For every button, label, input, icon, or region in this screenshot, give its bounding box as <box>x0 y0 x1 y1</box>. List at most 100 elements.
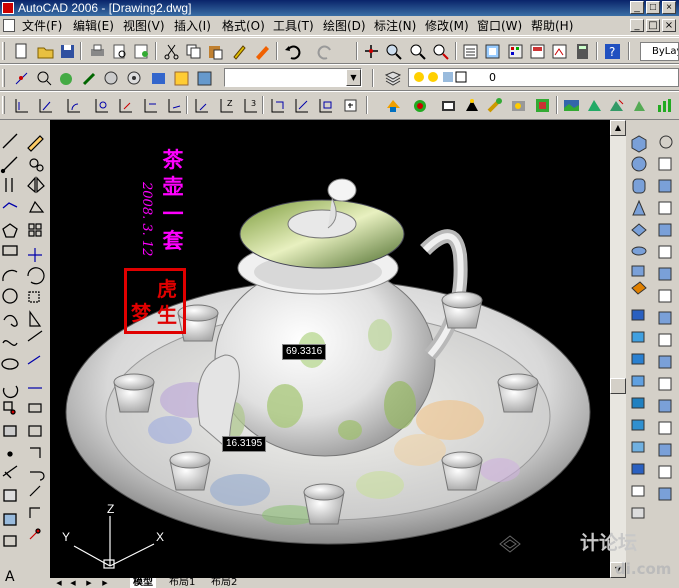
center-mark-icon[interactable] <box>341 96 360 115</box>
new-file-icon[interactable] <box>12 42 31 61</box>
quick-leader-icon[interactable] <box>292 96 311 115</box>
menu-file[interactable]: 文件(F) <box>22 18 62 34</box>
continue-dimension-icon[interactable] <box>268 96 287 115</box>
menu-help[interactable]: 帮助(H) <box>531 18 573 34</box>
chevron-down-icon[interactable]: ▼ <box>346 69 361 86</box>
zoom-previous-icon[interactable] <box>431 42 450 61</box>
lights-icon[interactable] <box>80 69 99 88</box>
jogged-dimension-icon[interactable] <box>141 96 160 115</box>
diameter-dimension-icon[interactable] <box>165 96 184 115</box>
angular-dimension-icon[interactable] <box>192 96 211 115</box>
menu-window[interactable]: 窗口(W) <box>477 18 522 34</box>
linear-dimension-icon[interactable] <box>12 96 31 115</box>
help-icon[interactable]: ? <box>603 42 622 61</box>
fog-icon[interactable] <box>195 69 214 88</box>
landscape-library-icon[interactable] <box>630 96 649 115</box>
scroll-thumb[interactable] <box>610 378 626 394</box>
tab-layout2[interactable]: 布局2 <box>208 578 240 588</box>
workspace-combo[interactable]: ▼ <box>224 68 362 87</box>
current-layer-name: 0 <box>489 71 496 84</box>
design-center-icon[interactable] <box>483 42 502 61</box>
document-icon[interactable] <box>3 19 15 32</box>
doc-minimize-button[interactable]: _ <box>630 19 644 32</box>
landscape-new-icon[interactable] <box>585 96 604 115</box>
lights-render-icon[interactable] <box>462 96 481 115</box>
quick-dimension-icon[interactable]: Z <box>217 96 236 115</box>
arc-length-icon[interactable] <box>64 96 83 115</box>
menu-format[interactable]: 格式(O) <box>222 18 265 34</box>
tab-model[interactable]: 模型 <box>130 578 156 588</box>
baseline-dimension-icon[interactable]: 3 <box>241 96 260 115</box>
restore-button[interactable]: □ <box>646 1 660 14</box>
mapping-render-icon[interactable] <box>533 96 552 115</box>
toolbar-grip[interactable] <box>2 69 5 87</box>
tab-layout1[interactable]: 布局1 <box>166 578 198 588</box>
doc-restore-button[interactable]: □ <box>646 19 660 32</box>
autocad-app-icon[interactable] <box>2 2 14 14</box>
toolbar-grip[interactable] <box>2 42 5 60</box>
tab-next-button[interactable]: ▶ <box>84 578 94 588</box>
toolbar-grip[interactable] <box>2 96 5 114</box>
mapping-icon[interactable] <box>149 69 168 88</box>
open-folder-icon[interactable] <box>36 42 55 61</box>
zoom-realtime-icon[interactable] <box>384 42 403 61</box>
redo-icon[interactable] <box>316 42 335 61</box>
background-icon[interactable] <box>172 69 191 88</box>
menu-view[interactable]: 视图(V) <box>123 18 165 34</box>
pan-realtime-icon[interactable] <box>362 42 381 61</box>
scenes-icon[interactable] <box>102 69 121 88</box>
block-editor-icon[interactable] <box>253 42 272 61</box>
aligned-dimension-icon[interactable] <box>36 96 55 115</box>
menu-draw[interactable]: 绘图(D) <box>323 18 366 34</box>
tab-last-button[interactable]: ▶ <box>100 578 110 588</box>
tab-first-button[interactable]: ◀ <box>54 578 64 588</box>
layer-state-combo[interactable]: 0 <box>408 68 679 87</box>
color-control-combo[interactable]: ByLayer <box>640 42 679 61</box>
match-properties-icon[interactable] <box>230 42 249 61</box>
ordinate-dimension-icon[interactable] <box>92 96 111 115</box>
undo-icon[interactable] <box>283 42 302 61</box>
sheet-set-manager-icon[interactable] <box>528 42 547 61</box>
landscape-edit-icon[interactable] <box>607 96 626 115</box>
radius-dimension-icon[interactable] <box>116 96 135 115</box>
quickcalc-icon[interactable] <box>573 42 592 61</box>
zoom-window-icon[interactable] <box>408 42 427 61</box>
print-icon[interactable] <box>88 42 107 61</box>
render-teapot-icon[interactable] <box>411 96 430 115</box>
drawing-signature: 2008. 3. 12 <box>139 182 154 257</box>
tolerance-icon[interactable] <box>316 96 335 115</box>
background-render-icon[interactable] <box>562 96 581 115</box>
vertical-scrollbar[interactable]: ▲ ▼ <box>610 120 626 578</box>
drawing-canvas[interactable]: 茶壶一套 2008. 3. 12 虎 生 梦 69.3316 16.3195 Z… <box>50 120 610 578</box>
scroll-up-button[interactable]: ▲ <box>610 120 626 136</box>
scene-icon[interactable] <box>439 96 458 115</box>
tab-prev-button[interactable]: ◀ <box>68 578 78 588</box>
publish-icon[interactable] <box>132 42 151 61</box>
menu-insert[interactable]: 插入(I) <box>174 18 211 34</box>
menu-tools[interactable]: 工具(T) <box>273 18 314 34</box>
render-icon[interactable] <box>57 69 76 88</box>
materials-icon[interactable] <box>125 69 144 88</box>
snap-tracking-icon[interactable] <box>12 69 31 88</box>
markup-set-icon[interactable] <box>550 42 569 61</box>
osnap-settings-icon[interactable] <box>35 69 54 88</box>
materials-render-icon[interactable] <box>485 96 504 115</box>
layer-manager-icon[interactable] <box>383 69 402 88</box>
properties-icon[interactable] <box>461 42 480 61</box>
hide-icon[interactable] <box>384 96 403 115</box>
cut-icon[interactable] <box>162 42 181 61</box>
close-button[interactable]: × <box>662 1 676 14</box>
menu-modify[interactable]: 修改(M) <box>425 18 469 34</box>
doc-close-button[interactable]: × <box>662 19 676 32</box>
statistics-icon[interactable] <box>654 96 673 115</box>
materials-library-icon[interactable] <box>509 96 528 115</box>
print-preview-icon[interactable] <box>110 42 129 61</box>
copy-icon[interactable] <box>184 42 203 61</box>
menu-dimension[interactable]: 标注(N) <box>374 18 416 34</box>
tool-palettes-icon[interactable] <box>506 42 525 61</box>
save-icon[interactable] <box>58 42 77 61</box>
menu-edit[interactable]: 编辑(E) <box>73 18 114 34</box>
dimension-tooltip-1: 69.3316 <box>282 344 327 360</box>
paste-icon[interactable] <box>206 42 225 61</box>
minimize-button[interactable]: _ <box>630 1 644 14</box>
